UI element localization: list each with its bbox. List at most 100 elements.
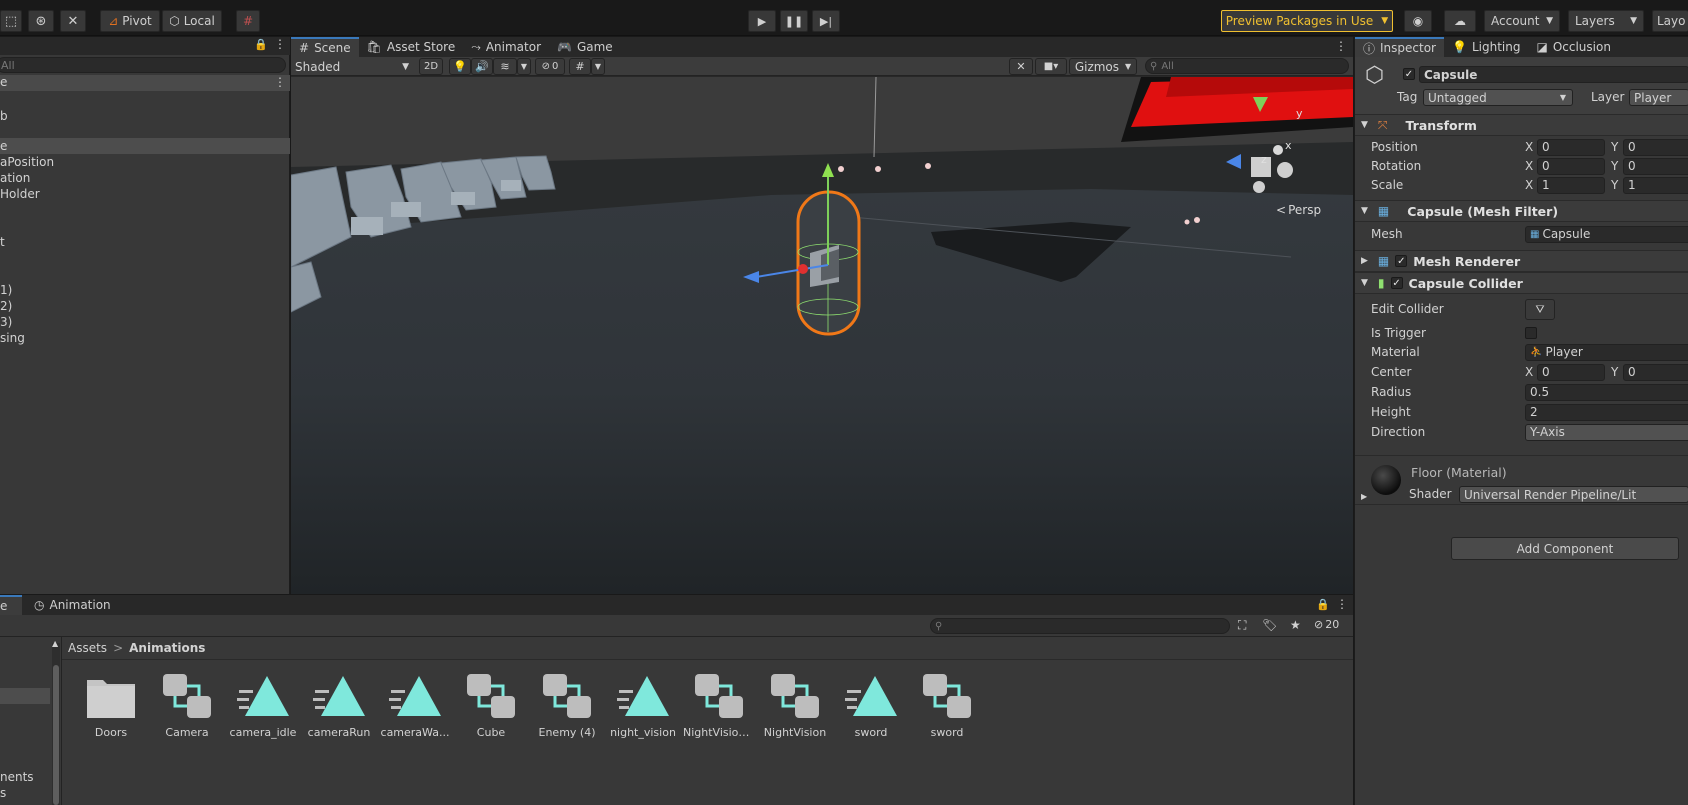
chevron-down-icon[interactable]: ▼ — [591, 58, 605, 75]
rotation-y-field[interactable]: 0 — [1623, 157, 1688, 175]
grid-snap-button[interactable]: # — [236, 10, 260, 32]
account-dropdown[interactable]: Account ▼ — [1484, 10, 1560, 32]
tab-animation[interactable]: ◷ Animation — [26, 595, 119, 615]
capsule-collider-header[interactable]: ▼ ▮ ✓ Capsule Collider — [1355, 272, 1688, 294]
tab-animator[interactable]: ⤳ Animator — [463, 37, 549, 57]
layout-dropdown[interactable]: Layo — [1652, 10, 1688, 32]
center-y-field[interactable]: 0 — [1623, 363, 1688, 381]
scale-x-field[interactable]: 1 — [1537, 176, 1605, 194]
tab-project[interactable]: e — [0, 595, 22, 615]
mesh-renderer-header[interactable]: ▶ ▦ ✓ Mesh Renderer — [1355, 250, 1688, 272]
layer-dropdown[interactable]: Player — [1629, 89, 1688, 106]
layers-dropdown[interactable]: Layers ▼ — [1568, 10, 1644, 32]
hierarchy-item[interactable]: 1) — [0, 283, 12, 297]
star-icon[interactable]: ★ — [1290, 618, 1301, 632]
asset-item[interactable]: night_vision — [608, 672, 678, 739]
audio-icon[interactable]: 🔊 — [471, 58, 493, 75]
tree-selected-row[interactable] — [0, 688, 50, 704]
center-x-field[interactable]: 0 — [1537, 363, 1605, 381]
asset-item[interactable]: Camera — [152, 672, 222, 739]
hierarchy-item[interactable]: 3) — [0, 315, 12, 329]
hierarchy-item[interactable]: aPosition — [0, 155, 54, 169]
more-menu-icon[interactable]: ⋮ — [274, 75, 286, 89]
hidden-packages-toggle[interactable]: ⊘ 20 — [1314, 618, 1339, 631]
label-tag-icon[interactable]: 🏷 — [1262, 618, 1277, 632]
tab-game[interactable]: 🎮 Game — [549, 37, 621, 57]
tag-dropdown[interactable]: Untagged ▼ — [1423, 89, 1573, 106]
shader-dropdown[interactable]: Universal Render Pipeline/Lit — [1459, 486, 1688, 503]
collab-button[interactable]: ◉ — [1404, 10, 1432, 32]
edit-collider-button[interactable]: ⛛ — [1525, 299, 1555, 320]
perspective-toggle[interactable]: < Persp — [1276, 203, 1321, 217]
is-trigger-checkbox[interactable] — [1525, 327, 1537, 339]
pause-button[interactable]: ❚❚ — [780, 10, 808, 32]
hierarchy-item[interactable]: 2) — [0, 299, 12, 313]
active-checkbox[interactable]: ✓ — [1403, 68, 1415, 80]
hierarchy-item[interactable]: b — [0, 109, 8, 123]
light-icon[interactable]: 💡 — [449, 58, 471, 75]
radius-field[interactable]: 0.5 — [1525, 383, 1688, 401]
project-search-input[interactable]: ⚲ — [930, 618, 1230, 634]
height-field[interactable]: 2 — [1525, 403, 1688, 421]
toggle-2d-button[interactable]: 2D — [419, 58, 443, 75]
scene-header[interactable]: e ⋮ — [0, 75, 290, 91]
more-menu-icon[interactable]: ⋮ — [274, 37, 286, 51]
asset-item[interactable]: cameraWa... — [380, 672, 450, 739]
rect-tool-button[interactable]: ⬚ — [0, 10, 22, 32]
scene-search-input[interactable]: ⚲ All — [1145, 58, 1349, 74]
asset-item[interactable]: NightVision — [760, 672, 830, 739]
gizmos-dropdown[interactable]: Gizmos ▼ — [1069, 58, 1137, 75]
more-menu-icon[interactable]: ⋮ — [1335, 39, 1347, 53]
foldout-collapsed-icon[interactable]: ▶ — [1361, 492, 1367, 501]
tree-item-label[interactable]: nents — [0, 770, 34, 784]
physic-material-field[interactable]: ⛹ Player — [1525, 343, 1688, 361]
custom-tools-button[interactable]: ✕ — [60, 10, 86, 32]
play-button[interactable]: ▶ — [748, 10, 776, 32]
scale-y-field[interactable]: 1 — [1623, 176, 1688, 194]
camera-icon[interactable]: ■▾ — [1035, 58, 1067, 75]
hierarchy-item[interactable]: Holder — [0, 187, 40, 201]
hierarchy-item[interactable]: sing — [0, 331, 25, 345]
capsule-collider-enabled-checkbox[interactable]: ✓ — [1390, 277, 1403, 289]
tree-scrollbar[interactable]: ▲ — [52, 639, 60, 805]
scroll-up-icon[interactable]: ▲ — [52, 639, 58, 648]
asset-item[interactable]: sword — [912, 672, 982, 739]
rotation-x-field[interactable]: 0 — [1537, 157, 1605, 175]
hierarchy-item[interactable]: e — [0, 139, 7, 153]
tab-asset-store[interactable]: 🛍 Asset Store — [359, 37, 464, 57]
asset-item[interactable]: NightVision... — [683, 672, 755, 739]
cloud-icon[interactable]: ☁ — [1444, 10, 1476, 32]
effects-icon[interactable]: ≋ — [493, 58, 517, 75]
asset-item[interactable]: camera_idle — [228, 672, 298, 739]
breadcrumb-assets[interactable]: Assets — [68, 641, 107, 655]
scene-viewport[interactable]: y x z < Persp — [291, 77, 1353, 594]
lock-icon[interactable]: 🔒 — [1316, 598, 1330, 611]
position-y-field[interactable]: 0 — [1623, 138, 1688, 156]
tree-item-label[interactable]: s — [0, 786, 6, 800]
mesh-renderer-enabled-checkbox[interactable]: ✓ — [1395, 255, 1408, 267]
tab-inspector[interactable]: ⓘ Inspector — [1355, 37, 1444, 57]
more-menu-icon[interactable]: ⋮ — [1336, 597, 1348, 611]
transform-header[interactable]: ▼ ⤧ Transform — [1355, 114, 1688, 136]
mesh-field[interactable]: ▦ Capsule — [1525, 225, 1688, 243]
object-name-field[interactable]: Capsule — [1419, 66, 1688, 83]
step-button[interactable]: ▶| — [812, 10, 840, 32]
hierarchy-selected-row[interactable] — [0, 138, 290, 154]
lock-icon[interactable]: 🔒 — [254, 38, 268, 51]
mesh-filter-header[interactable]: ▼ ▦ Capsule (Mesh Filter) — [1355, 200, 1688, 222]
preview-packages-button[interactable]: Preview Packages in Use ▼ — [1221, 10, 1393, 32]
hierarchy-search-input[interactable]: All — [0, 57, 286, 73]
tab-occlusion[interactable]: ◪ Occlusion — [1528, 37, 1618, 57]
chevron-down-icon[interactable]: ▼ — [517, 58, 531, 75]
hierarchy-item[interactable]: ation — [0, 171, 30, 185]
direction-dropdown[interactable]: Y-Axis — [1525, 423, 1688, 441]
asset-item[interactable]: cameraRun — [304, 672, 374, 739]
tools-icon[interactable]: ✕ — [1009, 58, 1033, 75]
tab-scene[interactable]: # Scene — [291, 37, 359, 57]
transform-tool-button[interactable]: ⊛ — [28, 10, 54, 32]
scene-visibility-button[interactable]: ⊘ 0 — [535, 58, 565, 75]
breadcrumb-animations[interactable]: Animations — [129, 641, 205, 655]
asset-item[interactable]: Doors — [76, 672, 146, 739]
position-x-field[interactable]: 0 — [1537, 138, 1605, 156]
local-toggle[interactable]: ⬡ Local — [162, 10, 222, 32]
